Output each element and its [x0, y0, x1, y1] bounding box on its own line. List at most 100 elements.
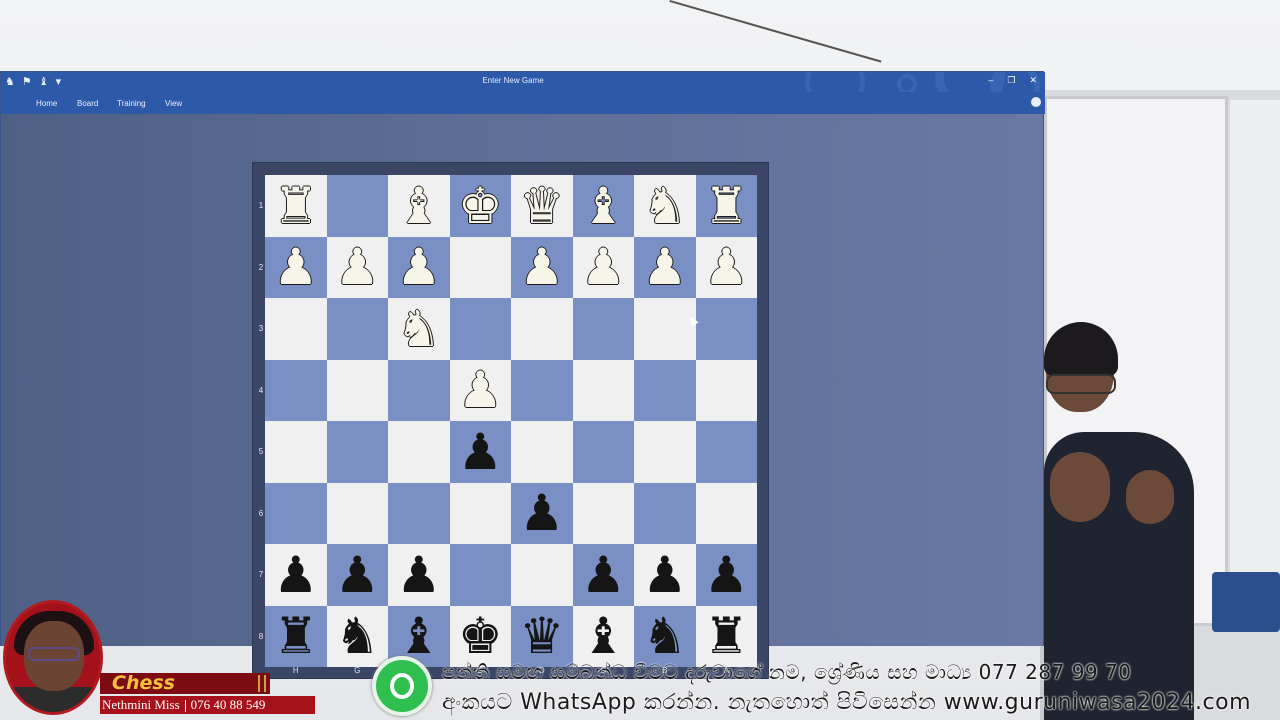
- white-bishop-piece[interactable]: ♝: [581, 181, 626, 231]
- white-pawn-piece[interactable]: ♟: [519, 242, 564, 292]
- board-square[interactable]: ♟: [449, 421, 511, 483]
- black-bishop-piece[interactable]: ♝: [396, 611, 441, 661]
- white-pawn-piece[interactable]: ♟: [642, 242, 687, 292]
- board-square[interactable]: [695, 359, 757, 421]
- board-square[interactable]: [449, 236, 511, 298]
- black-pawn-piece[interactable]: ♟: [519, 488, 564, 538]
- board-square[interactable]: ♛: [511, 605, 573, 667]
- board-square[interactable]: ♟: [695, 544, 757, 606]
- white-knight-piece[interactable]: ♞: [396, 304, 441, 354]
- white-pawn-piece[interactable]: ♟: [704, 242, 749, 292]
- board-square[interactable]: ♝: [388, 175, 450, 237]
- board-square[interactable]: ♞: [388, 298, 450, 360]
- board-square[interactable]: [695, 482, 757, 544]
- black-knight-piece[interactable]: ♞: [642, 611, 687, 661]
- white-pawn-piece[interactable]: ♟: [335, 242, 380, 292]
- board-square[interactable]: ♟: [265, 236, 327, 298]
- board-square[interactable]: [572, 421, 634, 483]
- board-square[interactable]: ♟: [572, 544, 634, 606]
- board-square[interactable]: [572, 298, 634, 360]
- settings-gear-icon[interactable]: [1031, 97, 1041, 107]
- board-square[interactable]: [326, 482, 388, 544]
- black-pawn-piece[interactable]: ♟: [335, 550, 380, 600]
- board-square[interactable]: [511, 421, 573, 483]
- white-rook-piece[interactable]: ♜: [273, 181, 318, 231]
- board-square[interactable]: [634, 421, 696, 483]
- menu-board[interactable]: Board: [77, 99, 98, 108]
- white-knight-piece[interactable]: ♞: [642, 181, 687, 231]
- board-square[interactable]: ♜: [265, 605, 327, 667]
- board-square[interactable]: [634, 298, 696, 360]
- board-square[interactable]: ♞: [634, 605, 696, 667]
- board-square[interactable]: ♟: [634, 236, 696, 298]
- white-pawn-piece[interactable]: ♟: [396, 242, 441, 292]
- board-square[interactable]: [572, 482, 634, 544]
- board-square[interactable]: [695, 298, 757, 360]
- restore-button[interactable]: ❐: [1007, 75, 1015, 86]
- white-queen-piece[interactable]: ♛: [519, 181, 564, 231]
- board-square[interactable]: ♜: [695, 605, 757, 667]
- black-pawn-piece[interactable]: ♟: [396, 550, 441, 600]
- black-knight-piece[interactable]: ♞: [335, 611, 380, 661]
- board-square[interactable]: ♜: [695, 175, 757, 237]
- board-square[interactable]: [511, 359, 573, 421]
- board-square[interactable]: ♜: [265, 175, 327, 237]
- white-rook-piece[interactable]: ♜: [704, 181, 749, 231]
- board-square[interactable]: ♟: [265, 544, 327, 606]
- white-bishop-piece[interactable]: ♝: [396, 181, 441, 231]
- board-square[interactable]: [265, 421, 327, 483]
- white-pawn-piece[interactable]: ♟: [273, 242, 318, 292]
- board-square[interactable]: [388, 421, 450, 483]
- board-square[interactable]: ♟: [634, 544, 696, 606]
- board-square[interactable]: [449, 544, 511, 606]
- board-square[interactable]: ♟: [511, 236, 573, 298]
- board-square[interactable]: [511, 544, 573, 606]
- board-square[interactable]: [388, 359, 450, 421]
- board-square[interactable]: ♝: [572, 605, 634, 667]
- board-square[interactable]: ♝: [572, 175, 634, 237]
- black-pawn-piece[interactable]: ♟: [704, 550, 749, 600]
- board-square[interactable]: [265, 482, 327, 544]
- board-square[interactable]: ♟: [572, 236, 634, 298]
- board-square[interactable]: [695, 421, 757, 483]
- board-square[interactable]: ♚: [449, 175, 511, 237]
- board-square[interactable]: [634, 482, 696, 544]
- black-king-piece[interactable]: ♚: [458, 611, 503, 661]
- board-square[interactable]: ♟: [326, 236, 388, 298]
- black-pawn-piece[interactable]: ♟: [642, 550, 687, 600]
- board-square[interactable]: [511, 298, 573, 360]
- board-square[interactable]: ♛: [511, 175, 573, 237]
- black-rook-piece[interactable]: ♜: [704, 611, 749, 661]
- board-square[interactable]: [265, 298, 327, 360]
- board-square[interactable]: [326, 298, 388, 360]
- board-square[interactable]: ♞: [326, 605, 388, 667]
- minimize-button[interactable]: –: [988, 75, 993, 86]
- black-pawn-piece[interactable]: ♟: [273, 550, 318, 600]
- board-square[interactable]: ♟: [326, 544, 388, 606]
- board-square[interactable]: [265, 359, 327, 421]
- board-square[interactable]: [634, 359, 696, 421]
- board-square[interactable]: [326, 359, 388, 421]
- board-square[interactable]: ♟: [511, 482, 573, 544]
- menu-home[interactable]: Home: [36, 99, 57, 108]
- white-pawn-piece[interactable]: ♟: [458, 365, 503, 415]
- black-rook-piece[interactable]: ♜: [273, 611, 318, 661]
- board-square[interactable]: ♟: [449, 359, 511, 421]
- board-square[interactable]: ♞: [634, 175, 696, 237]
- board-square[interactable]: [449, 482, 511, 544]
- close-button[interactable]: ✕: [1029, 75, 1037, 86]
- black-bishop-piece[interactable]: ♝: [581, 611, 626, 661]
- board-square[interactable]: ♟: [695, 236, 757, 298]
- white-pawn-piece[interactable]: ♟: [581, 242, 626, 292]
- board-square[interactable]: ♟: [388, 236, 450, 298]
- menu-training[interactable]: Training: [117, 99, 146, 108]
- black-pawn-piece[interactable]: ♟: [458, 427, 503, 477]
- black-pawn-piece[interactable]: ♟: [581, 550, 626, 600]
- black-queen-piece[interactable]: ♛: [519, 611, 564, 661]
- board-square[interactable]: ♟: [388, 544, 450, 606]
- white-king-piece[interactable]: ♚: [458, 181, 503, 231]
- board-square[interactable]: [388, 482, 450, 544]
- menu-view[interactable]: View: [165, 99, 182, 108]
- board-square[interactable]: [326, 421, 388, 483]
- board-square[interactable]: [326, 175, 388, 237]
